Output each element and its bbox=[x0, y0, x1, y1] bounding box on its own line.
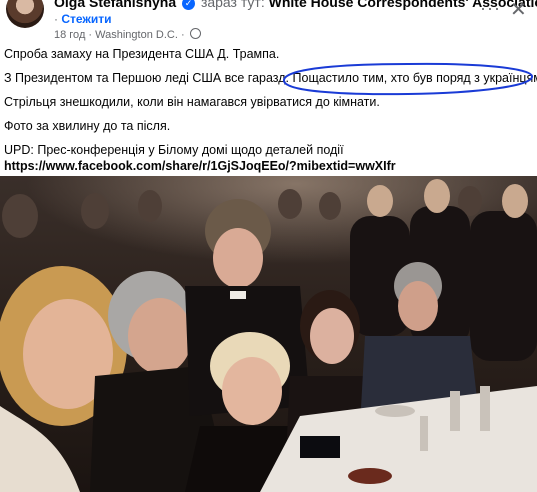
presence-label: зараз тут: bbox=[200, 0, 265, 10]
event-photo[interactable] bbox=[0, 176, 537, 492]
follow-row: · Стежити bbox=[54, 12, 112, 26]
more-dots-icon[interactable]: ··· bbox=[480, 0, 501, 19]
post-text-line: UPD: Прес-конференція у Білому домі щодо… bbox=[4, 143, 344, 157]
globe-icon bbox=[189, 28, 201, 39]
separator-dot: · bbox=[54, 12, 58, 26]
author-name[interactable]: Olga Stefanishyna bbox=[54, 0, 176, 10]
post-header: Olga Stefanishyna ✓ зараз тут: White Hou… bbox=[0, 0, 537, 41]
avatar[interactable] bbox=[6, 0, 44, 28]
post-meta: 18 год · Washington D.C. · bbox=[54, 28, 201, 41]
close-icon[interactable]: ✕ bbox=[510, 0, 527, 22]
post-time[interactable]: 18 год bbox=[54, 29, 85, 41]
verified-badge-icon: ✓ bbox=[182, 0, 196, 10]
follow-button[interactable]: Стежити bbox=[61, 12, 111, 26]
post-share-link[interactable]: https://www.facebook.com/share/r/1GjSJoq… bbox=[4, 158, 396, 174]
author-row: Olga Stefanishyna ✓ зараз тут: White Hou… bbox=[54, 0, 537, 10]
post-location[interactable]: Washington D.C. bbox=[95, 29, 178, 41]
post-text-line: Спроба замаху на Президента США Д. Трамп… bbox=[4, 47, 280, 61]
post-text-line: Фото за хвилину до та після. bbox=[4, 119, 171, 133]
separator-dot: · bbox=[180, 29, 185, 41]
hand-drawn-circle-annotation bbox=[283, 62, 533, 96]
separator-dot: · bbox=[88, 29, 93, 41]
